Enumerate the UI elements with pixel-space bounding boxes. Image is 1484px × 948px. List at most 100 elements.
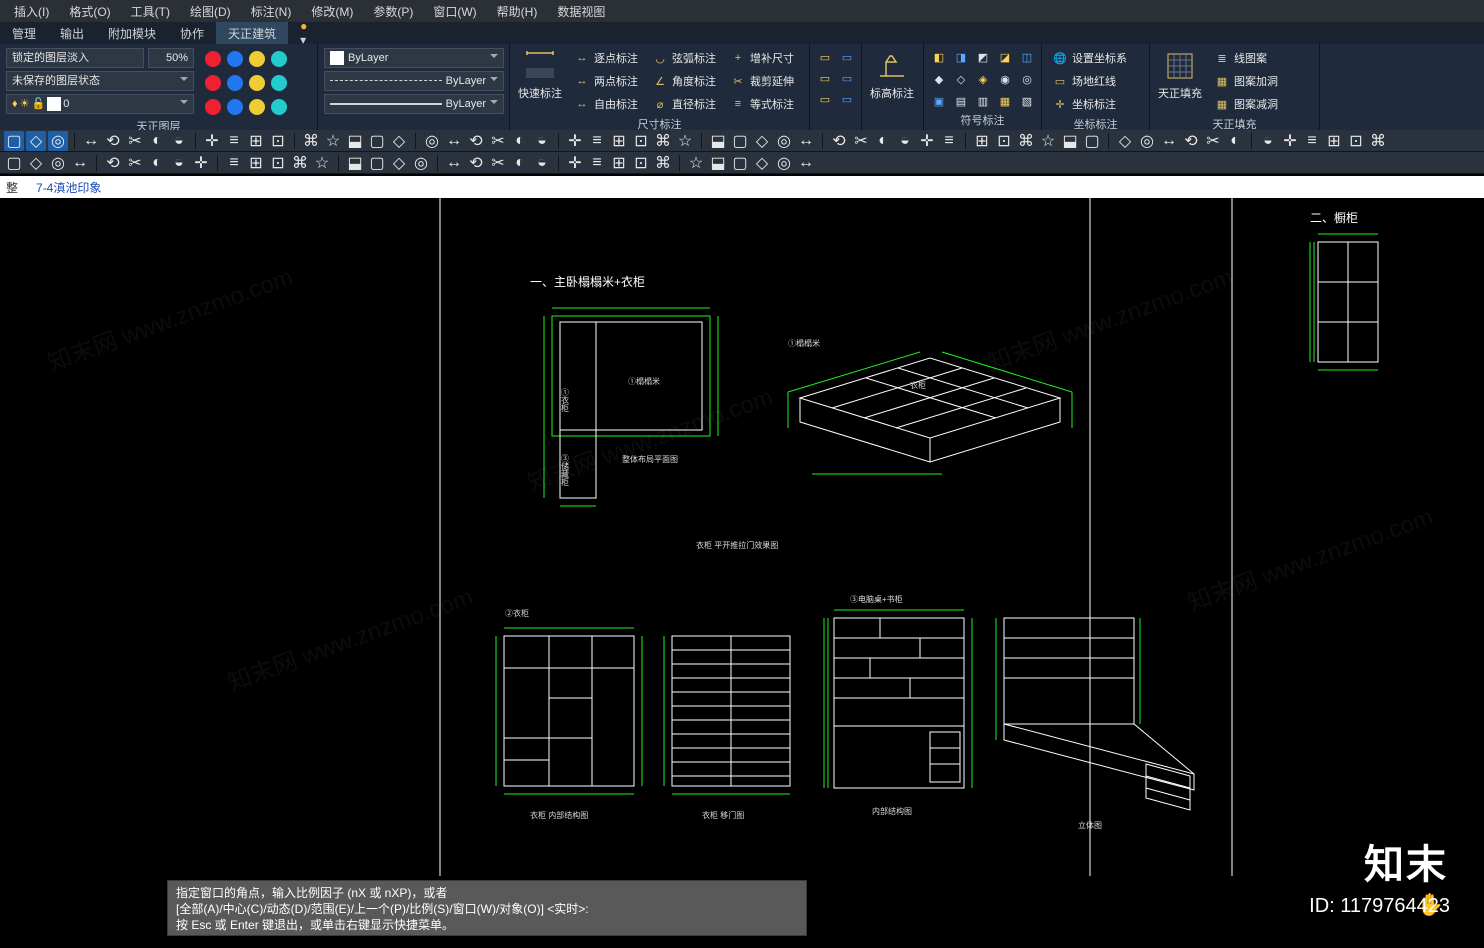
quick-dim-button[interactable]: 快速标注 <box>516 48 564 103</box>
dim-point-button[interactable]: ↔逐点标注 <box>570 48 642 68</box>
menu-draw[interactable]: 绘图(D) <box>180 1 241 22</box>
toolbar-tool-icon[interactable]: ◎ <box>48 153 68 173</box>
toolbar-tool-icon[interactable]: ◐ <box>1225 131 1245 151</box>
coord-dim-button[interactable]: ✛坐标标注 <box>1048 94 1131 114</box>
toolbar-tool-icon[interactable]: ✛ <box>917 131 937 151</box>
menu-format[interactable]: 格式(O) <box>59 1 120 22</box>
toolbar-tool-icon[interactable]: ◇ <box>752 131 772 151</box>
drawing-canvas[interactable]: 一、主卧榻榻米+衣柜 二、橱柜 ①榻榻米 ①衣柜 ③储藏柜 整体布局平面图 ①榻… <box>0 198 1484 876</box>
color-combo[interactable]: ByLayer <box>324 48 504 68</box>
toolbar-tool-icon[interactable]: ◐ <box>873 131 893 151</box>
layer-lock-icon[interactable] <box>248 50 266 68</box>
tab-manage[interactable]: 管理 <box>0 22 48 45</box>
dim-free-button[interactable]: ↔自由标注 <box>570 94 642 114</box>
symbol-icon[interactable]: ▤ <box>952 92 970 110</box>
toolbar-tool-icon[interactable]: ▢ <box>367 153 387 173</box>
toolbar-tool-icon[interactable]: ⬓ <box>345 131 365 151</box>
toolbar-tool-icon[interactable]: ◎ <box>774 131 794 151</box>
toolbar-tool-icon[interactable]: ◐ <box>147 131 167 151</box>
toolbar-tool-icon[interactable]: ✛ <box>565 153 585 173</box>
layer-prev-icon[interactable] <box>248 98 266 116</box>
menu-insert[interactable]: 插入(I) <box>4 1 59 22</box>
toolbar-tool-icon[interactable]: ⊞ <box>609 131 629 151</box>
toolbar-tool-icon[interactable]: ↔ <box>796 153 816 173</box>
layer-freeze-icon[interactable] <box>226 50 244 68</box>
toolbar-tool-icon[interactable]: ⊞ <box>246 153 266 173</box>
layer-unlock-icon[interactable] <box>248 74 266 92</box>
toolbar-tool-icon[interactable]: ◇ <box>26 131 46 151</box>
toolbar-tool-icon[interactable]: ◇ <box>389 131 409 151</box>
symbol-icon[interactable]: ◪ <box>996 48 1014 66</box>
toolbar-tool-icon[interactable]: ⌘ <box>301 131 321 151</box>
layer-uniso-icon[interactable] <box>270 74 288 92</box>
locked-fade-value[interactable]: 50% <box>148 48 194 68</box>
dim-tool-icon[interactable]: ▭ <box>838 69 856 87</box>
toolbar-tool-icon[interactable]: ◒ <box>532 153 552 173</box>
toolbar-tool-icon[interactable]: ⌘ <box>1016 131 1036 151</box>
dim-tool-icon[interactable]: ▭ <box>816 90 834 108</box>
toolbar-tool-icon[interactable]: ☆ <box>323 131 343 151</box>
toolbar-tool-icon[interactable]: ▢ <box>367 131 387 151</box>
toolbar-tool-icon[interactable]: ✛ <box>202 131 222 151</box>
toolbar-tool-icon[interactable]: ↔ <box>444 153 464 173</box>
menu-window[interactable]: 窗口(W) <box>423 1 486 22</box>
toolbar-tool-icon[interactable]: ◇ <box>1115 131 1135 151</box>
toolbar-tool-icon[interactable]: ≡ <box>587 153 607 173</box>
toolbar-tool-icon[interactable]: ↔ <box>1159 131 1179 151</box>
toolbar-tool-icon[interactable]: ⊞ <box>246 131 266 151</box>
toolbar-tool-icon[interactable]: ▢ <box>730 153 750 173</box>
symbol-icon[interactable]: ◫ <box>1018 48 1036 66</box>
toolbar-tool-icon[interactable]: ↔ <box>81 131 101 151</box>
toolbar-tool-icon[interactable]: ◇ <box>389 153 409 173</box>
toolbar-tool-icon[interactable]: ⟲ <box>829 131 849 151</box>
toolbar-tool-icon[interactable]: ⊞ <box>609 153 629 173</box>
toolbar-tool-icon[interactable]: ⟲ <box>466 131 486 151</box>
toolbar-tool-icon[interactable]: ✂ <box>488 153 508 173</box>
toolbar-tool-icon[interactable]: ◒ <box>1258 131 1278 151</box>
toolbar-tool-icon[interactable]: ≡ <box>587 131 607 151</box>
toolbar-tool-icon[interactable]: ☆ <box>312 153 332 173</box>
toolbar-tool-icon[interactable]: ⊡ <box>994 131 1014 151</box>
toolbar-tool-icon[interactable]: ◎ <box>422 131 442 151</box>
symbol-icon[interactable]: ▧ <box>1018 92 1036 110</box>
toolbar-tool-icon[interactable]: ▢ <box>4 131 24 151</box>
toolbar-tool-icon[interactable]: ◐ <box>510 131 530 151</box>
menu-help[interactable]: 帮助(H) <box>487 1 548 22</box>
toolbar-tool-icon[interactable]: ⬓ <box>708 153 728 173</box>
symbol-icon[interactable]: ◈ <box>974 70 992 88</box>
command-line[interactable]: 指定窗口的角点，输入比例因子 (nX 或 nXP)，或者 [全部(A)/中心(C… <box>167 880 807 936</box>
dim-diameter-button[interactable]: ⌀直径标注 <box>648 94 720 114</box>
symbol-icon[interactable]: ◎ <box>1018 70 1036 88</box>
coord-redline-button[interactable]: ▭场地红线 <box>1048 71 1131 91</box>
toolbar-tool-icon[interactable]: ⟲ <box>466 153 486 173</box>
toolbar-tool-icon[interactable]: ◒ <box>532 131 552 151</box>
toolbar-tool-icon[interactable]: ◒ <box>169 131 189 151</box>
toolbar-tool-icon[interactable]: ↔ <box>444 131 464 151</box>
toolbar-tool-icon[interactable]: ≡ <box>939 131 959 151</box>
menu-dataview[interactable]: 数据视图 <box>547 1 615 22</box>
tab-output[interactable]: 输出 <box>48 22 96 45</box>
toolbar-tool-icon[interactable]: ⊡ <box>268 153 288 173</box>
symbol-icon[interactable]: ◇ <box>952 70 970 88</box>
toolbar-tool-icon[interactable]: ◐ <box>147 153 167 173</box>
menu-param[interactable]: 参数(P) <box>363 1 423 22</box>
toolbar-tool-icon[interactable]: ✛ <box>1280 131 1300 151</box>
symbol-icon[interactable]: ◆ <box>930 70 948 88</box>
toolbar-tool-icon[interactable]: ⬓ <box>1060 131 1080 151</box>
dim-angle-button[interactable]: ∠角度标注 <box>648 71 720 91</box>
fill-addhole-button[interactable]: ▦图案加洞 <box>1210 71 1282 91</box>
dim-twopoint-button[interactable]: ↔两点标注 <box>570 71 642 91</box>
toolbar-tool-icon[interactable]: ⌘ <box>653 131 673 151</box>
layer-on-icon[interactable] <box>204 74 222 92</box>
toolbar-tool-icon[interactable]: ☆ <box>1038 131 1058 151</box>
toolbar-tool-icon[interactable]: ◐ <box>510 153 530 173</box>
dim-arc-button[interactable]: ◡弦弧标注 <box>648 48 720 68</box>
dim-trim-button[interactable]: ✂裁剪延伸 <box>726 71 798 91</box>
toolbar-tool-icon[interactable]: ⊡ <box>268 131 288 151</box>
symbol-icon[interactable]: ◧ <box>930 48 948 66</box>
toolbar-tool-icon[interactable]: ⌘ <box>653 153 673 173</box>
tab-addon[interactable]: 附加模块 <box>96 22 168 45</box>
dim-tool-icon[interactable]: ▭ <box>838 48 856 66</box>
toolbar-tool-icon[interactable]: ✂ <box>851 131 871 151</box>
symbol-icon[interactable]: ◨ <box>952 48 970 66</box>
